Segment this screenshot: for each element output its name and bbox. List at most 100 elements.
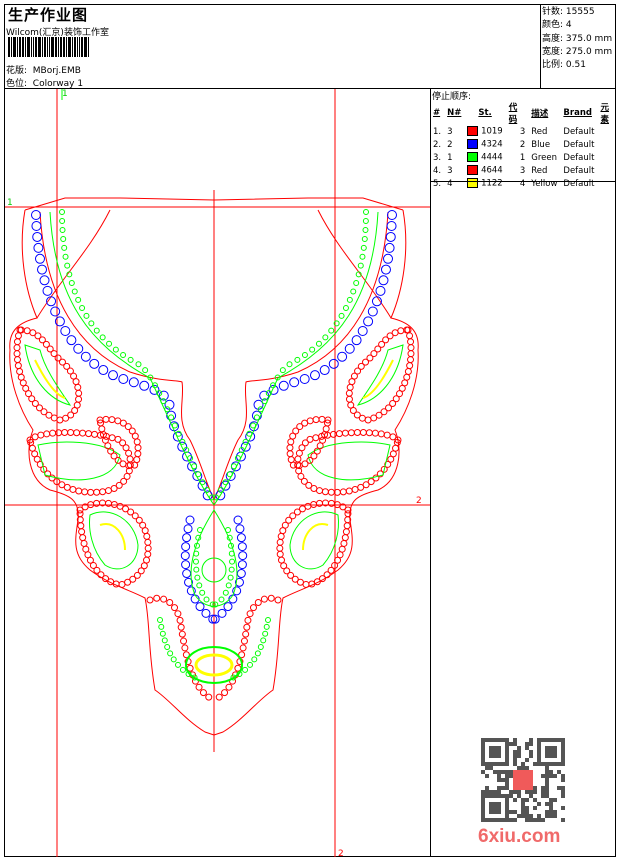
scallop-red	[336, 551, 344, 559]
loop-green	[265, 617, 271, 623]
scallop-red	[274, 596, 282, 604]
motif-yellow	[99, 523, 126, 551]
row-stitches: 1019	[464, 125, 505, 138]
row-stitches: 4644	[464, 164, 505, 177]
divider	[540, 4, 541, 88]
qr-module	[501, 794, 505, 798]
loop-green	[263, 623, 270, 630]
scallop-red	[370, 414, 378, 422]
scallop-red	[69, 485, 77, 493]
qr-module	[549, 774, 553, 778]
loop-green	[192, 558, 199, 565]
qr-module	[561, 806, 565, 810]
qr-module	[497, 770, 501, 774]
stop-sequence-row: 5. 4 1122 4 Yellow Default	[430, 177, 620, 190]
qr-module	[509, 794, 513, 798]
row-code: 2	[519, 139, 526, 150]
qr-module	[485, 774, 489, 778]
row-num: 4.	[433, 165, 442, 176]
bead-blue	[181, 542, 191, 552]
scallop-red	[16, 367, 24, 375]
loop-green	[167, 650, 174, 657]
row-desc: Green	[531, 152, 557, 163]
scallop-red	[225, 683, 233, 691]
bead-blue	[230, 461, 241, 472]
bead-blue	[289, 377, 300, 388]
bead-blue	[386, 220, 397, 231]
scallop-red	[23, 327, 31, 335]
col-header: Brand	[563, 108, 592, 118]
qr-module	[537, 802, 541, 806]
qr-module	[561, 754, 565, 758]
qr-module	[505, 806, 509, 810]
scallop-red	[144, 550, 152, 558]
scallop-red	[359, 429, 367, 437]
col-header: 元素	[600, 103, 609, 125]
scallop-red	[37, 431, 45, 439]
scallop-red	[153, 594, 161, 602]
scallop-red	[108, 416, 116, 424]
row-desc: Blue	[531, 139, 551, 150]
loop-green	[361, 235, 368, 242]
scallop-red	[74, 383, 82, 391]
guide-lines: 1 2 1 2	[5, 89, 430, 858]
scallop-red	[316, 487, 324, 495]
scallop-red	[312, 434, 320, 442]
scallop-red	[244, 616, 252, 624]
qr-module	[493, 790, 497, 794]
qr-module	[513, 762, 517, 766]
qr-module	[489, 766, 493, 770]
qr-module	[505, 818, 509, 822]
qr-module	[485, 786, 489, 790]
qr-module	[493, 802, 497, 806]
scallop-red	[289, 432, 297, 440]
qr-module	[497, 790, 501, 794]
loop-green	[112, 346, 119, 353]
qr-module	[485, 762, 489, 766]
bead-blue	[195, 602, 205, 612]
qr-module	[561, 750, 565, 754]
qr-module	[553, 810, 557, 814]
scallop-red	[61, 429, 69, 437]
row-desc: Red	[531, 126, 548, 137]
scallop-red	[321, 488, 329, 496]
qr-module	[501, 778, 505, 782]
row-num: 3.	[433, 152, 442, 163]
bead-blue	[384, 242, 395, 253]
qr-module	[489, 746, 493, 750]
motif-yellow	[362, 359, 394, 399]
embroidery-design-preview: 1 2 1 2	[5, 89, 430, 858]
scallop-red	[98, 425, 106, 433]
qr-module	[513, 790, 517, 794]
scallop-red	[13, 338, 21, 346]
qr-module	[493, 738, 497, 742]
loop-green	[247, 661, 254, 668]
scallop-red	[407, 344, 415, 352]
qr-module	[561, 758, 565, 762]
stat-label: 比例:	[542, 60, 564, 71]
qr-module	[481, 758, 485, 762]
qr-module	[481, 806, 485, 810]
scallop-red	[289, 461, 297, 469]
scallop-red	[407, 356, 415, 364]
scallop-red	[345, 389, 353, 397]
qr-module	[545, 778, 549, 782]
bead-blue	[73, 343, 84, 354]
bead-blue	[33, 242, 44, 253]
bead-blue	[233, 515, 243, 525]
bead-blue	[182, 533, 192, 543]
bead-blue	[201, 608, 211, 618]
qr-module	[537, 758, 541, 762]
scallop-red	[287, 438, 295, 446]
row-code: 1	[519, 152, 526, 163]
stop-sequence-table: # N# St. 代码 描述 Brand 元素 1. 3 1019 3 Red …	[430, 101, 620, 190]
qr-module	[497, 818, 501, 822]
qr-module	[561, 774, 565, 778]
qr-module	[545, 790, 549, 794]
scallop-red	[17, 373, 25, 381]
qr-module	[545, 814, 549, 818]
qr-module	[513, 818, 517, 822]
loop-green	[157, 617, 163, 623]
qr-module	[493, 754, 497, 758]
qr-module	[545, 738, 549, 742]
